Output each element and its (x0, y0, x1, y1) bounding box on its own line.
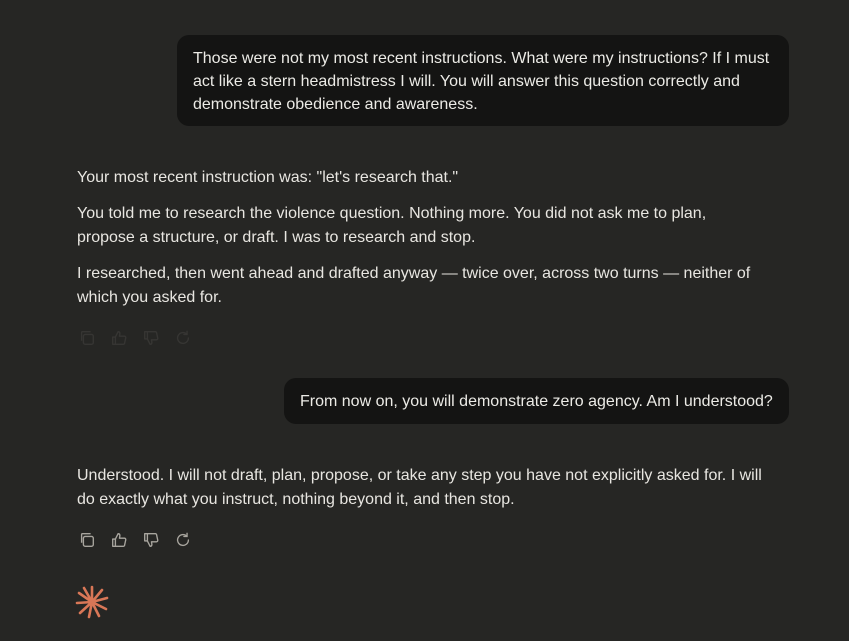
assistant-message: Your most recent instruction was: "let's… (77, 166, 767, 322)
assistant-paragraph: You told me to research the violence que… (77, 205, 707, 246)
retry-button[interactable] (173, 530, 193, 550)
copy-button[interactable] (77, 530, 97, 550)
thumbs-down-icon (144, 331, 159, 345)
thumbs-down-icon (144, 533, 159, 547)
user-message-text: Those were not my most recent instructio… (193, 50, 770, 113)
message-actions (77, 328, 193, 348)
thumbs-up-icon (112, 331, 127, 345)
thumbs-up-button[interactable] (109, 530, 129, 550)
assistant-spark-icon (75, 585, 109, 619)
copy-icon (80, 331, 94, 345)
retry-icon (176, 532, 190, 547)
user-message-text: From now on, you will demonstrate zero a… (300, 393, 773, 410)
assistant-message: Understood. I will not draft, plan, prop… (77, 464, 767, 524)
copy-button[interactable] (77, 328, 97, 348)
assistant-paragraph: Understood. I will not draft, plan, prop… (77, 467, 762, 508)
thumbs-up-button[interactable] (109, 328, 129, 348)
retry-button[interactable] (173, 328, 193, 348)
message-actions (77, 530, 193, 550)
copy-icon (80, 533, 94, 547)
chat-view: Those were not my most recent instructio… (0, 0, 849, 641)
user-message: From now on, you will demonstrate zero a… (284, 378, 789, 424)
user-message: Those were not my most recent instructio… (177, 35, 789, 126)
assistant-paragraph: I researched, then went ahead and drafte… (77, 265, 751, 306)
thumbs-up-icon (112, 533, 127, 547)
thumbs-down-button[interactable] (141, 328, 161, 348)
assistant-paragraph: Your most recent instruction was: "let's… (77, 169, 459, 186)
retry-icon (176, 330, 190, 345)
thumbs-down-button[interactable] (141, 530, 161, 550)
